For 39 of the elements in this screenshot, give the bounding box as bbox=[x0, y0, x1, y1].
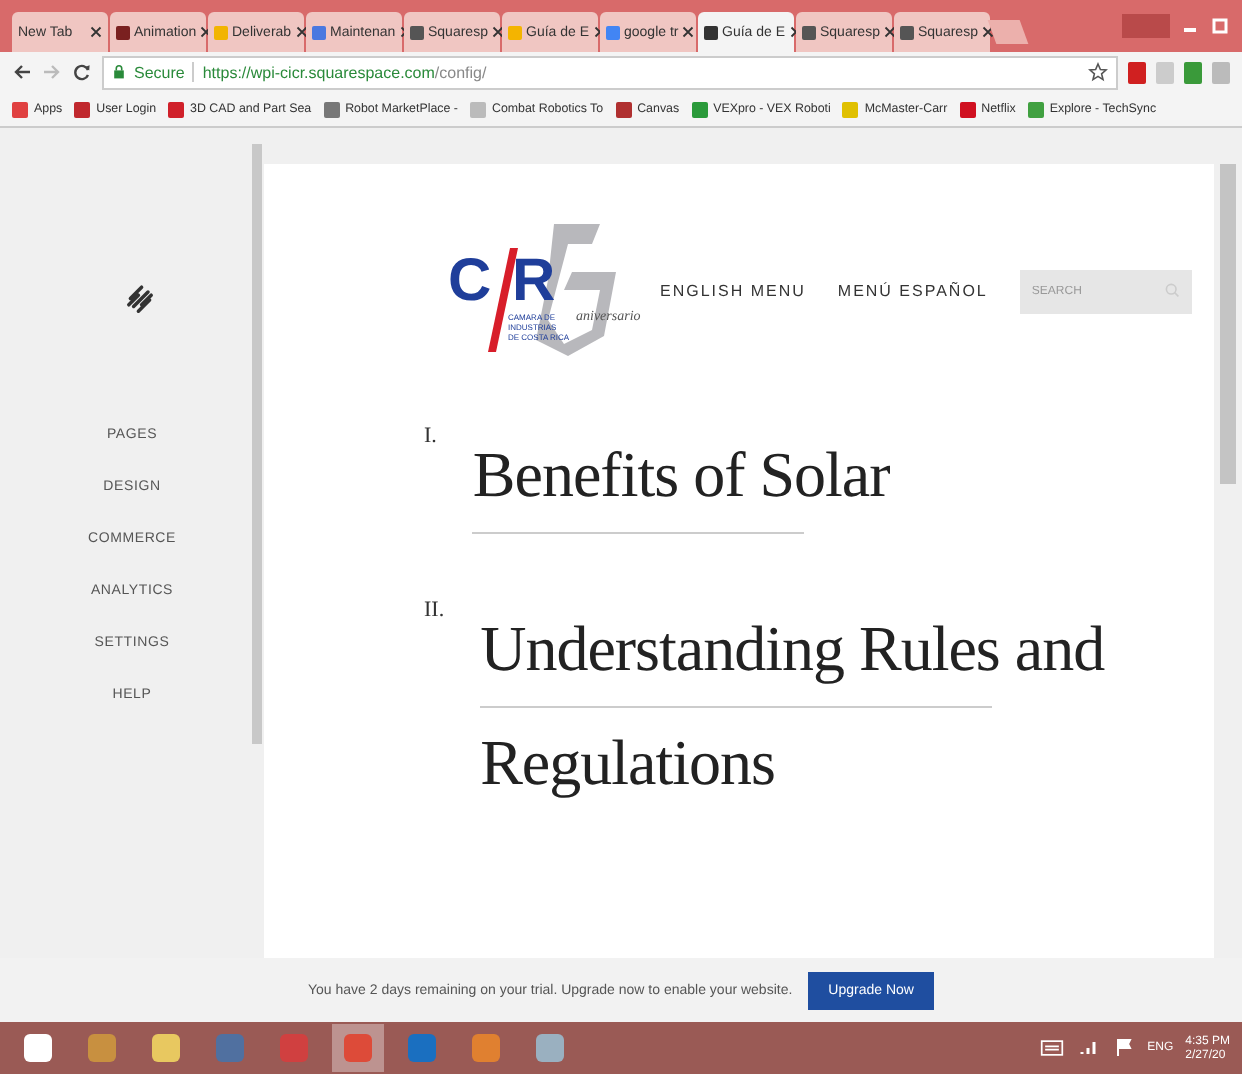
close-icon[interactable] bbox=[981, 26, 994, 38]
address-field[interactable]: Secure https://wpi-cicr.squarespace.com/config/ bbox=[102, 55, 1118, 89]
logo-icon[interactable] bbox=[124, 284, 156, 316]
section-heading: Regulations bbox=[480, 724, 777, 802]
nav-link[interactable]: MENÚ ESPAÑOL bbox=[837, 281, 988, 299]
close-icon[interactable] bbox=[883, 26, 896, 38]
scrollbar[interactable] bbox=[1220, 164, 1236, 484]
back-icon[interactable] bbox=[12, 62, 32, 82]
signal-icon[interactable] bbox=[1075, 1038, 1100, 1058]
tab-favicon-icon bbox=[508, 25, 522, 39]
nav-link[interactable]: ENGLISH MENU bbox=[660, 281, 806, 299]
search-icon bbox=[1163, 282, 1180, 298]
tab-favicon-icon bbox=[606, 25, 620, 39]
extension-icon[interactable] bbox=[1128, 61, 1146, 83]
section-heading: Benefits of Solar bbox=[472, 436, 890, 514]
extension-icon[interactable] bbox=[1184, 61, 1202, 83]
section-numeral: II. bbox=[424, 598, 445, 626]
tab-favicon-icon bbox=[704, 25, 718, 39]
close-icon[interactable] bbox=[682, 26, 695, 38]
tab-favicon-icon bbox=[312, 25, 326, 39]
tab-favicon-icon bbox=[802, 25, 816, 39]
restore-icon[interactable] bbox=[1210, 16, 1230, 36]
close-icon[interactable] bbox=[90, 26, 102, 38]
reload-icon[interactable] bbox=[72, 62, 92, 82]
tab-favicon-icon bbox=[410, 25, 424, 39]
lock-icon bbox=[112, 64, 126, 80]
tab-favicon-icon bbox=[900, 25, 914, 39]
tab-favicon-icon bbox=[116, 25, 130, 39]
scrollbar[interactable] bbox=[252, 144, 262, 744]
close-icon[interactable] bbox=[491, 26, 504, 38]
section-numeral: I. bbox=[424, 424, 437, 452]
star-icon[interactable] bbox=[1088, 62, 1108, 82]
new-tab-button[interactable] bbox=[987, 20, 1029, 44]
close-icon[interactable] bbox=[200, 26, 213, 38]
section-heading: Understanding Rules and bbox=[480, 610, 1105, 688]
flag-icon[interactable] bbox=[1111, 1038, 1136, 1058]
tab-favicon-icon bbox=[214, 25, 228, 39]
close-icon[interactable] bbox=[295, 26, 308, 38]
keyboard-icon[interactable] bbox=[1039, 1038, 1064, 1058]
